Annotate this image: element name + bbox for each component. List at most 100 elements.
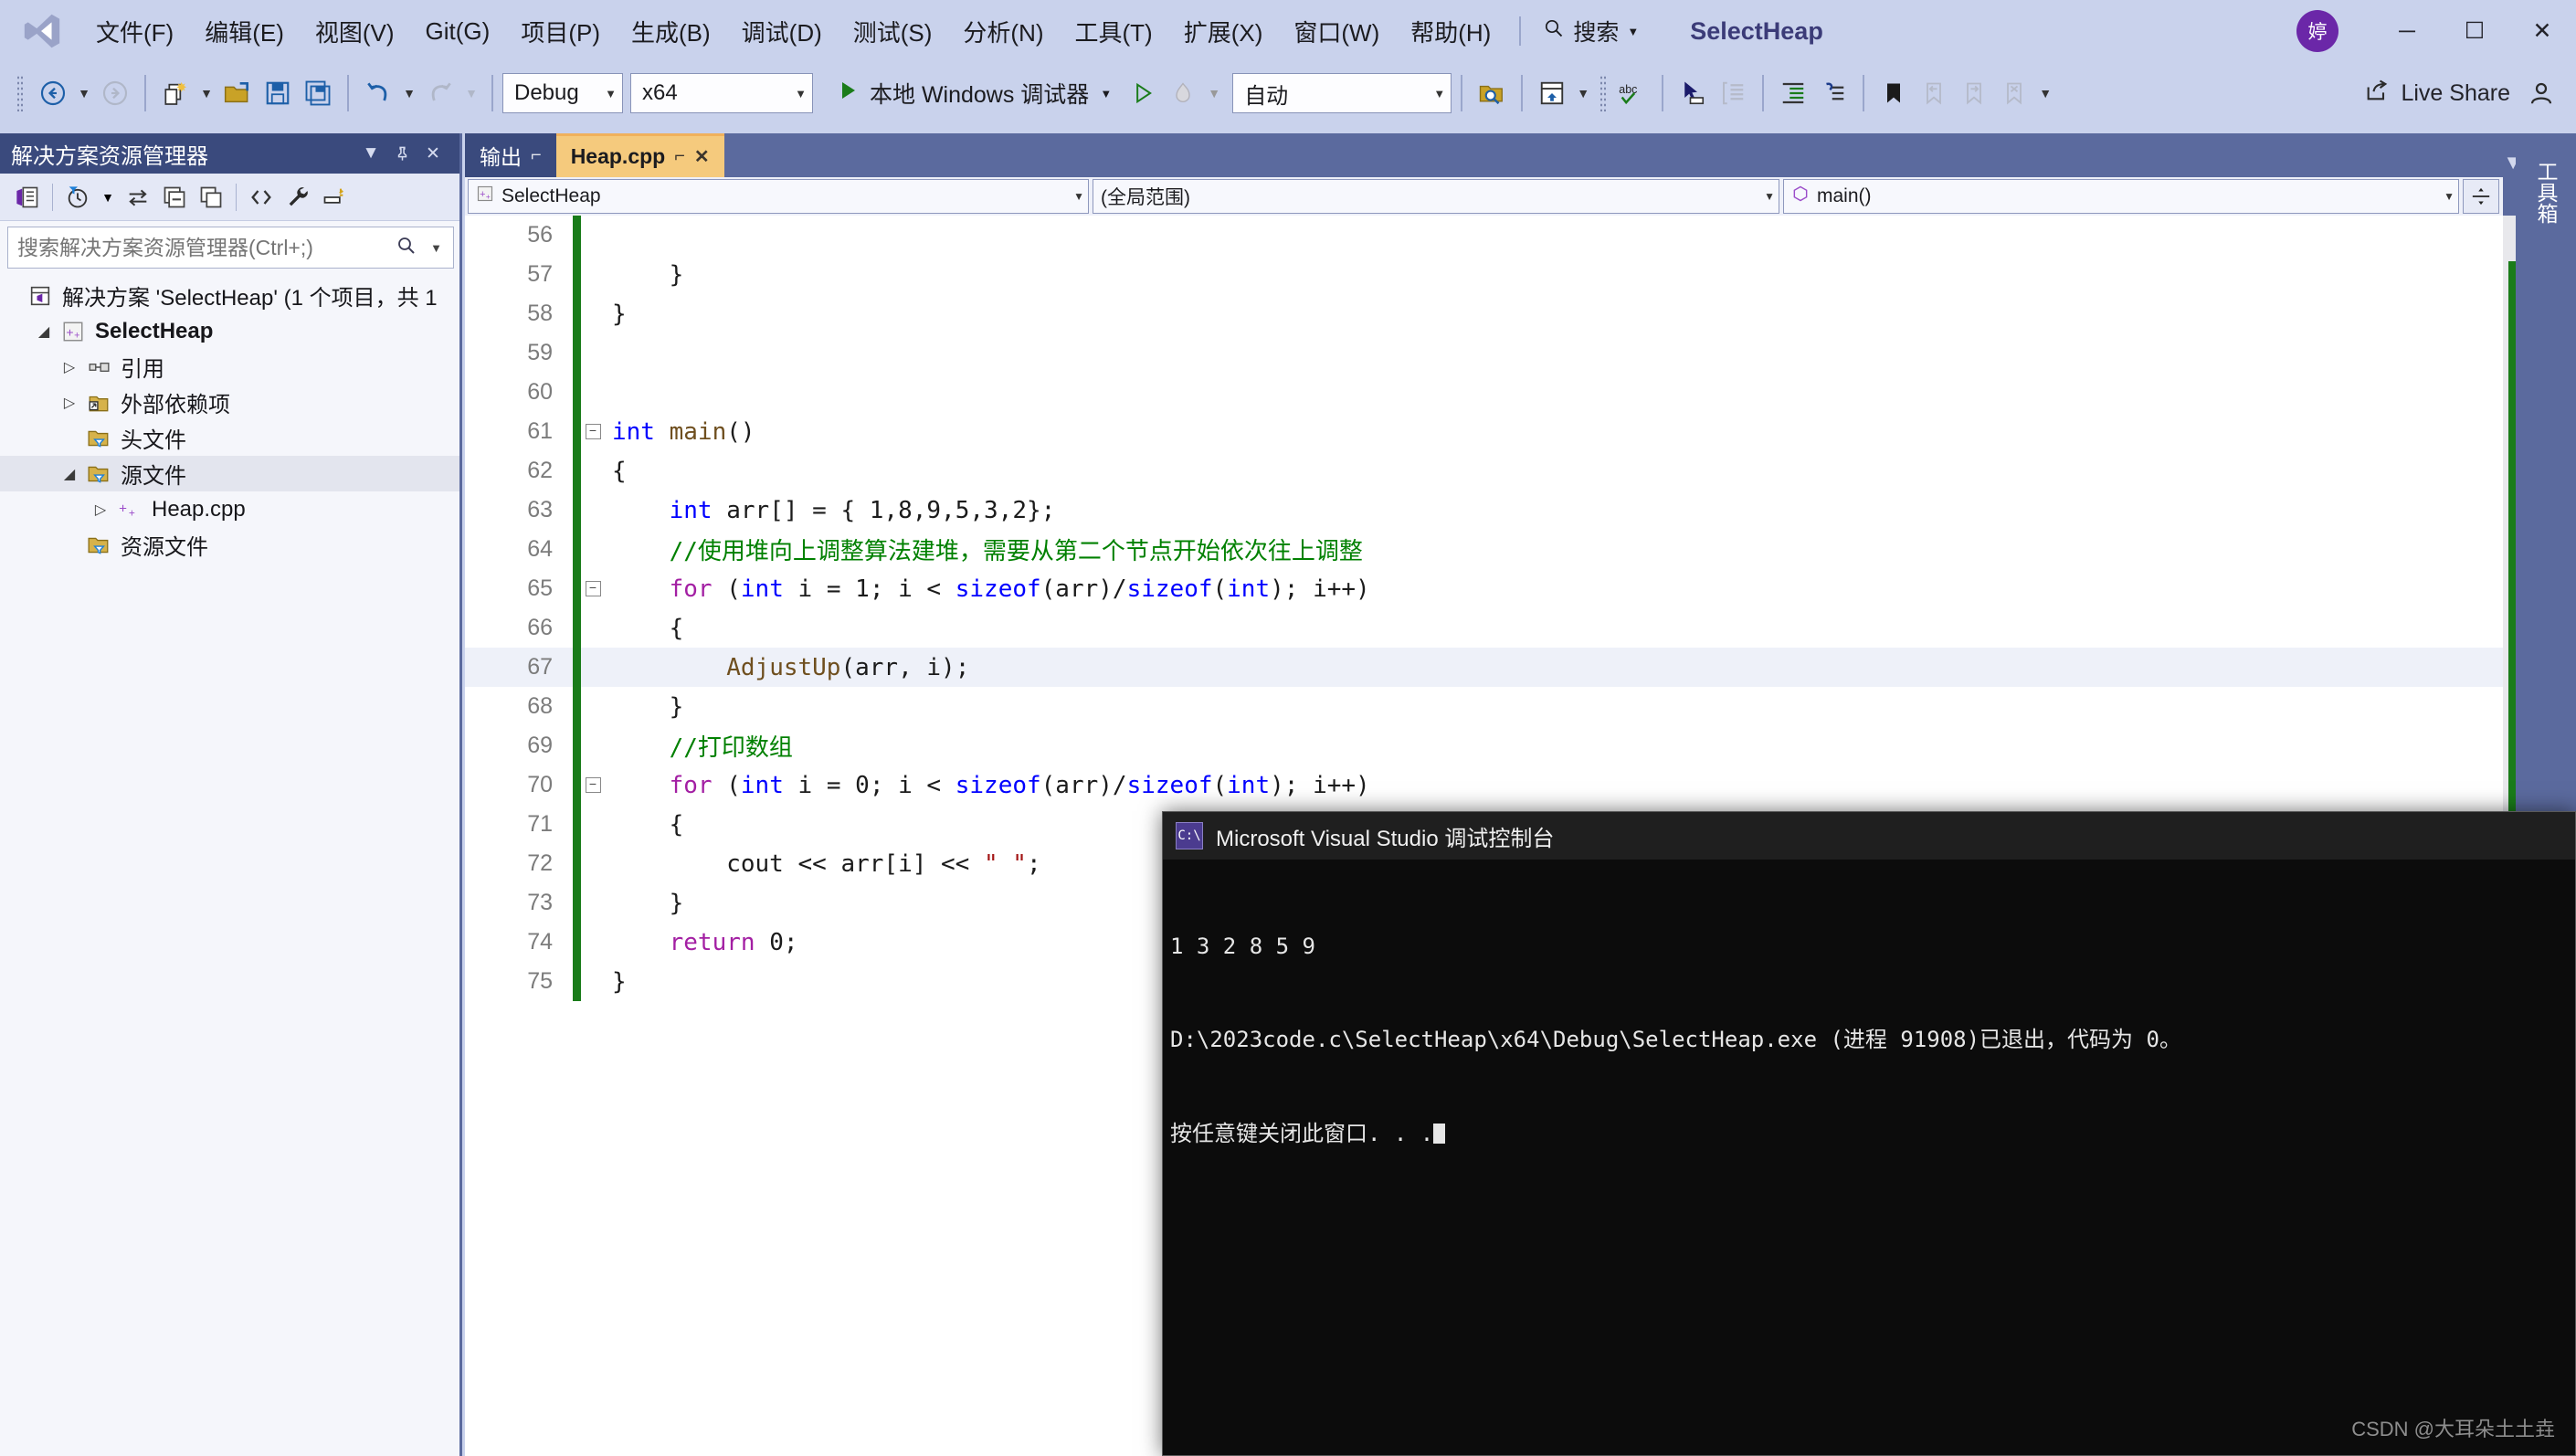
bookmark-clear-icon[interactable] [1994, 70, 2034, 116]
collapse-region-icon[interactable]: − [586, 581, 601, 596]
expand-twisty-icon[interactable]: ◢ [31, 322, 57, 341]
decrease-indent-icon[interactable] [1813, 70, 1853, 116]
pointer-select-icon[interactable] [1673, 70, 1713, 116]
show-all-files-icon[interactable] [193, 178, 229, 216]
navigate-back-icon[interactable] [33, 70, 73, 116]
pin-icon[interactable]: ⌐ [674, 146, 685, 167]
code-line[interactable]: 69 //打印数组 [465, 726, 2503, 765]
code-line[interactable]: 59 [465, 333, 2503, 373]
code-line[interactable]: 65− for (int i = 1; i < sizeof(arr)/size… [465, 569, 2503, 608]
menu-view[interactable]: 视图(V) [300, 9, 410, 54]
solution-explorer-search[interactable]: ▼ [7, 227, 454, 269]
collapse-twisty-icon[interactable]: ▷ [57, 394, 82, 412]
toolbar-grip[interactable] [16, 75, 24, 111]
menu-extensions[interactable]: 扩展(X) [1168, 9, 1279, 54]
avatar[interactable]: 婷 [2296, 10, 2338, 52]
menu-git[interactable]: Git(G) [410, 12, 506, 51]
pin-icon[interactable] [386, 138, 417, 169]
menu-analyze[interactable]: 分析(N) [947, 9, 1059, 54]
close-icon[interactable]: ✕ [694, 145, 710, 168]
collapse-region-icon[interactable]: − [586, 777, 601, 793]
code-line[interactable]: 62{ [465, 451, 2503, 491]
code-line[interactable]: 58} [465, 294, 2503, 333]
window-layout-icon[interactable] [1532, 70, 1572, 116]
platform-combo[interactable]: x64 ▼ [630, 73, 813, 113]
close-button[interactable]: ✕ [2508, 0, 2576, 62]
tree-item-project-selectheap[interactable]: ◢ + + SelectHeap [0, 313, 459, 349]
tree-item-solution[interactable]: 解决方案 'SelectHeap' (1 个项目，共 1 [0, 278, 459, 313]
code-line[interactable]: 67 AdjustUp(arr, i); [465, 648, 2503, 687]
right-dock-toolbox-tab[interactable]: 工具箱 [2530, 146, 2561, 238]
global-search[interactable]: 搜索 ▼ [1534, 11, 1648, 51]
menu-project[interactable]: 项目(P) [505, 9, 616, 54]
redo-icon[interactable] [420, 70, 460, 116]
minimize-button[interactable]: ─ [2373, 0, 2441, 62]
tab-heap-cpp[interactable]: Heap.cpp ⌐ ✕ [556, 133, 724, 177]
navigate-back-dropdown[interactable]: ▼ [73, 70, 95, 116]
code-line[interactable]: 66 { [465, 608, 2503, 648]
fold-gutter[interactable]: − [581, 581, 605, 596]
menu-edit[interactable]: 编辑(E) [189, 9, 300, 54]
debug-console-window[interactable]: C:\ Microsoft Visual Studio 调试控制台 1 3 2 … [1162, 811, 2576, 1456]
play-outline-icon[interactable] [1123, 70, 1163, 116]
hot-reload-icon[interactable] [1163, 70, 1203, 116]
search-input[interactable] [17, 236, 390, 260]
save-icon[interactable] [258, 70, 298, 116]
toolbar-overflow-icon[interactable]: ▼ [2034, 70, 2056, 116]
menu-window[interactable]: 窗口(W) [1278, 9, 1395, 54]
expand-twisty-icon[interactable]: ◢ [57, 465, 82, 483]
menu-tools[interactable]: 工具(T) [1060, 9, 1168, 54]
code-line[interactable]: 70− for (int i = 0; i < sizeof(arr)/size… [465, 765, 2503, 805]
tree-item-resource-files[interactable]: 资源文件 [0, 527, 459, 563]
find-in-files-icon[interactable] [1472, 70, 1512, 116]
code-line[interactable]: 63 int arr[] = { 1,8,9,5,3,2}; [465, 491, 2503, 530]
pending-changes-filter-icon[interactable] [59, 178, 96, 216]
new-project-icon[interactable] [155, 70, 195, 116]
code-line[interactable]: 57 } [465, 255, 2503, 294]
new-project-dropdown[interactable]: ▼ [195, 70, 217, 116]
sync-with-active-document-icon[interactable] [120, 178, 156, 216]
menu-build[interactable]: 生成(B) [616, 9, 726, 54]
tree-item-source-files[interactable]: ◢ 源文件 [0, 456, 459, 491]
collapse-twisty-icon[interactable]: ▷ [57, 358, 82, 376]
navigate-forward-icon[interactable] [95, 70, 135, 116]
tab-output[interactable]: 输出 ⌐ [465, 133, 556, 177]
menu-debug[interactable]: 调试(D) [726, 9, 838, 54]
live-share-button[interactable]: Live Share [2353, 73, 2521, 114]
account-icon[interactable] [2521, 70, 2561, 116]
hot-reload-dropdown[interactable]: ▼ [1203, 70, 1225, 116]
bookmark-previous-icon[interactable] [1914, 70, 1954, 116]
start-debugging-button[interactable]: 本地 Windows 调试器 ▼ [826, 73, 1123, 113]
tree-item-heap-cpp[interactable]: ▷ + + Heap.cpp [0, 491, 459, 527]
window-layout-dropdown[interactable]: ▼ [1572, 70, 1594, 116]
open-file-icon[interactable] [217, 70, 258, 116]
code-line[interactable]: 68 } [465, 687, 2503, 726]
bookmark-next-icon[interactable] [1954, 70, 1994, 116]
chevron-down-icon[interactable]: ▼ [96, 178, 120, 216]
collapse-all-icon[interactable] [156, 178, 193, 216]
code-line[interactable]: 56 [465, 216, 2503, 255]
auto-combo[interactable]: 自动 ▼ [1232, 73, 1452, 113]
collapse-region-icon[interactable]: − [586, 424, 601, 439]
toolbar-grip[interactable] [1599, 75, 1607, 111]
maximize-button[interactable]: ☐ [2441, 0, 2508, 62]
chevron-down-icon[interactable]: ▼ [423, 241, 449, 255]
menu-test[interactable]: 测试(S) [838, 9, 948, 54]
fold-gutter[interactable]: − [581, 777, 605, 793]
bookmark-icon[interactable] [1874, 70, 1914, 116]
fold-gutter[interactable]: − [581, 424, 605, 439]
undo-icon[interactable] [358, 70, 398, 116]
nav-scope-combo[interactable]: (全局范围) ▼ [1093, 179, 1779, 214]
chevron-down-icon[interactable]: ▼ [355, 138, 386, 169]
menu-file[interactable]: 文件(F) [80, 9, 189, 54]
code-line[interactable]: 60 [465, 373, 2503, 412]
abc-spellcheck-icon[interactable]: abc [1612, 70, 1652, 116]
menu-help[interactable]: 帮助(H) [1395, 9, 1506, 54]
tree-item-references[interactable]: ▷ 引用 [0, 349, 459, 385]
preview-selected-items-icon[interactable] [316, 178, 353, 216]
redo-dropdown[interactable]: ▼ [460, 70, 482, 116]
properties-wrench-icon[interactable] [280, 178, 316, 216]
search-icon[interactable] [390, 235, 423, 261]
save-all-icon[interactable] [298, 70, 338, 116]
tree-item-external-dependencies[interactable]: ▷ 外部依赖项 [0, 385, 459, 420]
